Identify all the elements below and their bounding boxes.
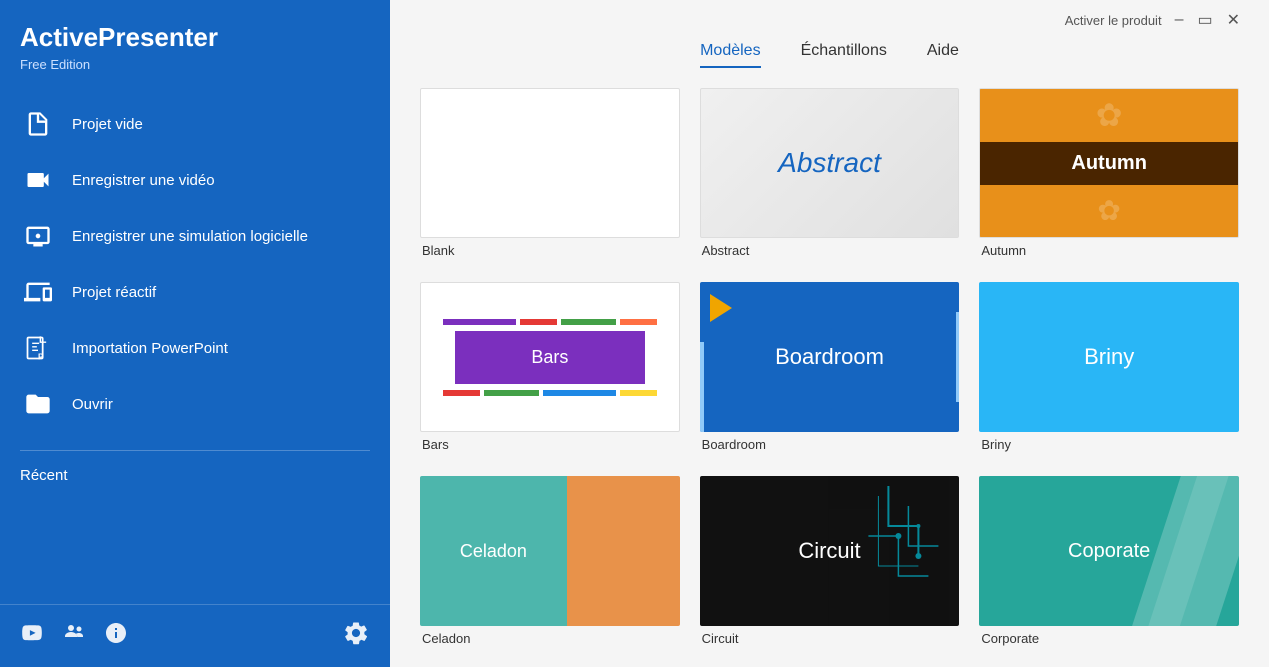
templates-grid: Blank Abstract Abstract ✿ Autumn ✿ (390, 68, 1269, 667)
video-icon (20, 162, 56, 198)
close-button[interactable]: ✕ (1222, 8, 1245, 32)
ppt-icon: P (20, 330, 56, 366)
template-briny[interactable]: Briny Briny (979, 282, 1239, 452)
template-thumb-boardroom: Boardroom (700, 282, 960, 432)
tab-aide[interactable]: Aide (927, 42, 959, 68)
activate-label: Activer le produit (1065, 13, 1162, 28)
template-bars[interactable]: Bars Bars (420, 282, 680, 452)
template-name-circuit: Circuit (700, 631, 960, 646)
template-boardroom[interactable]: Boardroom Boardroom (700, 282, 960, 452)
tab-modeles[interactable]: Modèles (700, 42, 760, 68)
app-edition: Free Edition (0, 57, 390, 88)
sidebar-recent-label: Récent (0, 461, 390, 492)
sidebar-item-ouvrir[interactable]: Ouvrir (0, 376, 390, 432)
template-name-briny: Briny (979, 437, 1239, 452)
open-icon (20, 386, 56, 422)
celadon-preview-text: Celadon (420, 476, 567, 626)
screen-icon (20, 218, 56, 254)
template-name-celadon: Celadon (420, 631, 680, 646)
corporate-preview-text: Coporate (1068, 540, 1150, 563)
celadon-right (567, 476, 680, 626)
topbar-right: Activer le produit – ▭ ✕ (1065, 8, 1245, 32)
sidebar-label-ppt: Importation PowerPoint (72, 340, 228, 357)
sidebar-divider (20, 450, 370, 451)
sidebar-item-sim[interactable]: Enregistrer une simulation logicielle (0, 208, 390, 264)
template-corporate[interactable]: Coporate Corporate (979, 476, 1239, 646)
template-thumb-briny: Briny (979, 282, 1239, 432)
nav-tabs: Modèles Échantillons Aide (390, 32, 1269, 68)
footer-icons (20, 621, 128, 651)
sidebar-label-sim: Enregistrer une simulation logicielle (72, 228, 308, 245)
template-thumb-autumn: ✿ Autumn ✿ (979, 88, 1239, 238)
sidebar-label-video: Enregistrer une vidéo (72, 172, 215, 189)
template-name-autumn: Autumn (979, 243, 1239, 258)
sidebar-footer (0, 604, 390, 667)
template-thumb-abstract: Abstract (700, 88, 960, 238)
template-circuit[interactable]: Circuit Circuit (700, 476, 960, 646)
boardroom-arrow-icon (710, 294, 732, 322)
minimize-button[interactable]: – (1170, 8, 1189, 32)
briny-preview-text: Briny (1084, 344, 1134, 370)
template-thumb-circuit: Circuit (700, 476, 960, 626)
template-autumn[interactable]: ✿ Autumn ✿ Autumn (979, 88, 1239, 258)
community-icon[interactable] (62, 621, 86, 651)
tab-echantillons[interactable]: Échantillons (801, 42, 887, 68)
settings-icon[interactable] (342, 619, 370, 653)
circuit-preview-text: Circuit (798, 538, 860, 564)
template-thumb-bars: Bars (420, 282, 680, 432)
app-title: ActivePresenter (0, 0, 390, 57)
template-name-abstract: Abstract (700, 243, 960, 258)
info-icon[interactable] (104, 621, 128, 651)
svg-text:P: P (38, 353, 44, 362)
topbar: Activer le produit – ▭ ✕ (390, 0, 1269, 32)
abstract-preview-text: Abstract (778, 147, 881, 179)
sidebar-label-nouveau: Projet vide (72, 116, 143, 133)
template-thumb-blank (420, 88, 680, 238)
sidebar: ActivePresenter Free Edition Projet vide… (0, 0, 390, 667)
sidebar-item-reactif[interactable]: Projet réactif (0, 264, 390, 320)
sidebar-label-reactif: Projet réactif (72, 284, 156, 301)
sidebar-item-nouveau[interactable]: Projet vide (0, 96, 390, 152)
sidebar-item-video[interactable]: Enregistrer une vidéo (0, 152, 390, 208)
template-thumb-corporate: Coporate (979, 476, 1239, 626)
topbar-actions: – ▭ ✕ (1170, 8, 1245, 32)
sidebar-label-ouvrir: Ouvrir (72, 396, 113, 413)
template-name-bars: Bars (420, 437, 680, 452)
template-name-boardroom: Boardroom (700, 437, 960, 452)
template-blank[interactable]: Blank (420, 88, 680, 258)
restore-button[interactable]: ▭ (1192, 8, 1217, 32)
template-name-blank: Blank (420, 243, 680, 258)
template-celadon[interactable]: Celadon Celadon (420, 476, 680, 646)
main-content: Activer le produit – ▭ ✕ Modèles Échanti… (390, 0, 1269, 667)
responsive-icon (20, 274, 56, 310)
template-abstract[interactable]: Abstract Abstract (700, 88, 960, 258)
boardroom-line (700, 342, 704, 432)
boardroom-preview-text: Boardroom (775, 344, 884, 370)
youtube-icon[interactable] (20, 621, 44, 651)
template-thumb-celadon: Celadon (420, 476, 680, 626)
sidebar-menu: Projet vide Enregistrer une vidéo Enregi… (0, 88, 390, 440)
sidebar-item-ppt[interactable]: P Importation PowerPoint (0, 320, 390, 376)
template-name-corporate: Corporate (979, 631, 1239, 646)
file-icon (20, 106, 56, 142)
